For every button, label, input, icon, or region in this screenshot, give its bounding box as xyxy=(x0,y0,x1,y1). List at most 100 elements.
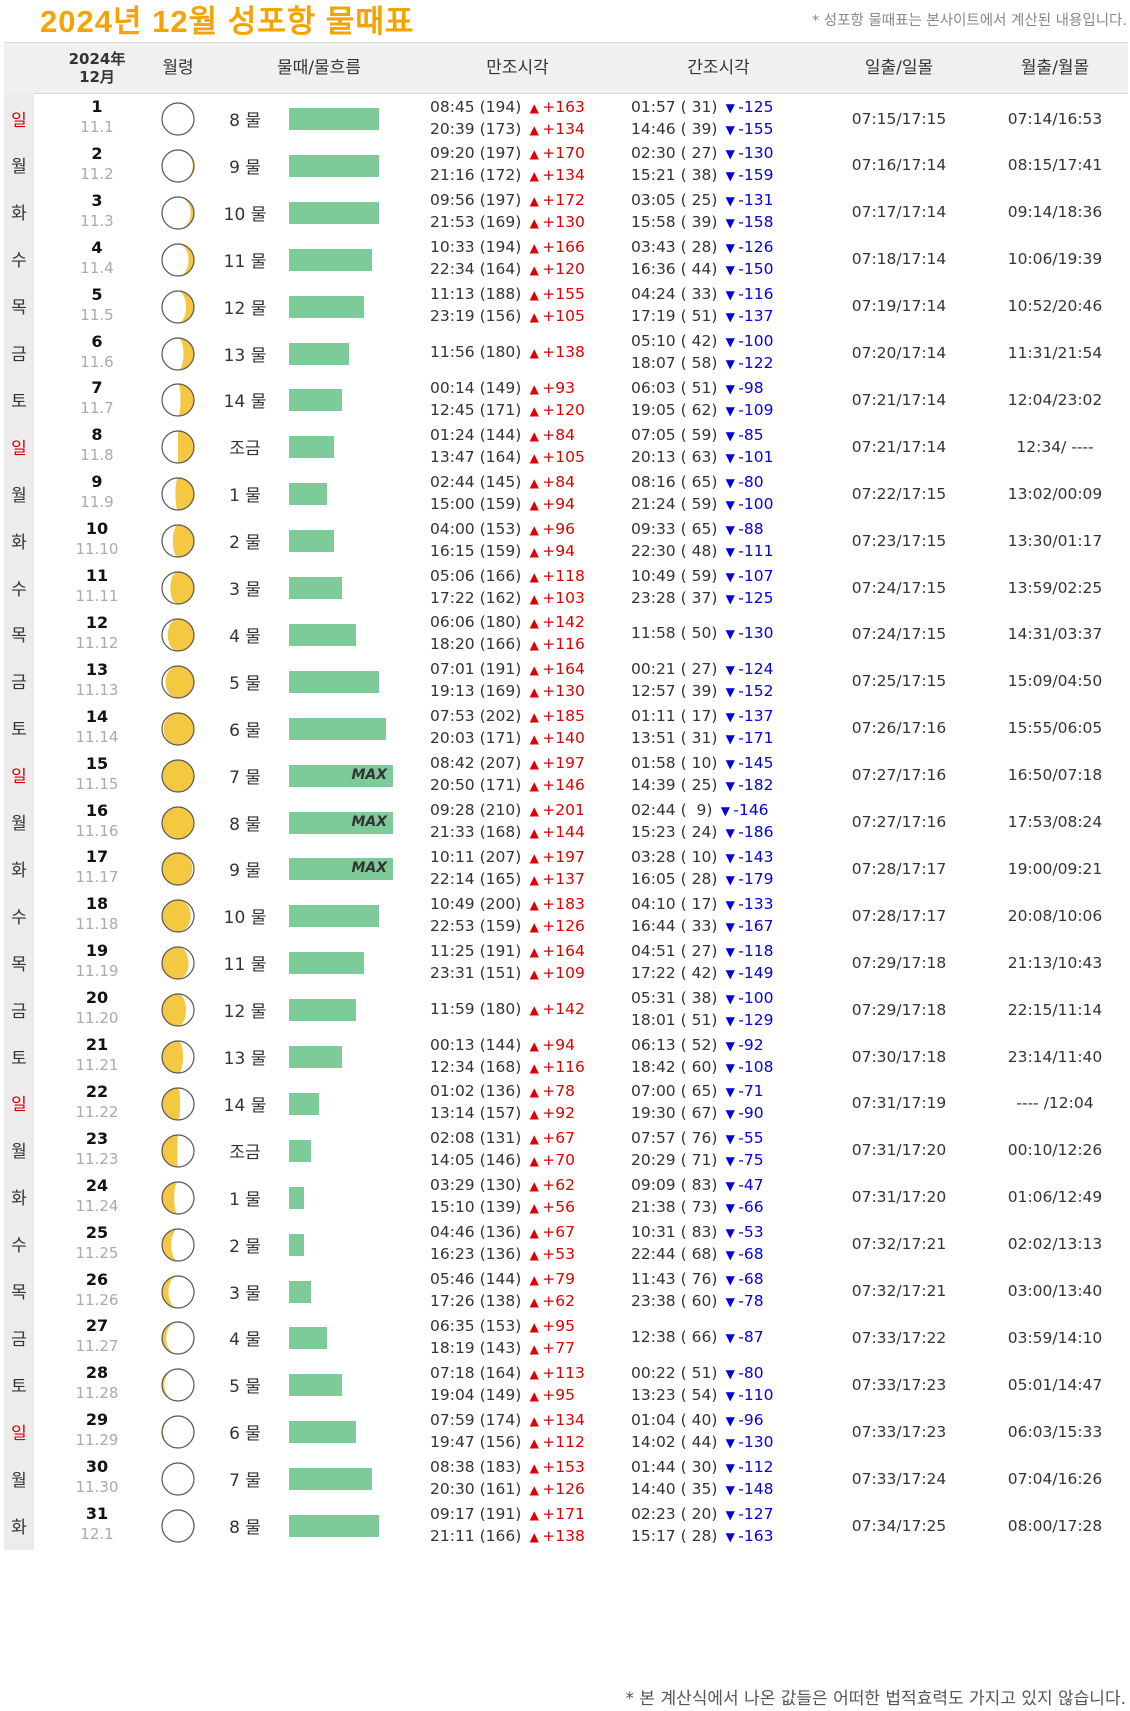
high-tide-entry: 21:16 (172) ▲ +134 xyxy=(430,165,620,187)
fall-triangle-icon: ▼ xyxy=(725,310,735,325)
tide-time: 20:03 xyxy=(430,729,475,748)
tide-name: 6 물 xyxy=(229,720,261,741)
tide-time: 01:11 xyxy=(631,707,676,726)
solar-date: 1 xyxy=(91,97,103,116)
low-tide-entry: 13:51 ( 31) ▼ -171 xyxy=(631,728,821,750)
moonrise-moonset-cell: 22:15/11:14 xyxy=(1007,1000,1103,1019)
tide-level: 153 xyxy=(485,519,516,538)
tide-level: 76 xyxy=(686,1129,712,1148)
moonrise-moonset-cell: 23:14/11:40 xyxy=(1007,1047,1103,1066)
sunrise-sunset-cell: 07:24/17:15 xyxy=(851,625,947,644)
moon-age-cell xyxy=(159,100,197,138)
solar-date: 12 xyxy=(85,612,109,632)
lunar-date: 11.5 xyxy=(80,305,114,324)
table-row: 월 23 11.23 조금 02:08 (131) ▲ +67 14:05 (146) ▲ +… xyxy=(4,1124,1128,1176)
rise-triangle-icon: ▲ xyxy=(529,732,539,747)
tide-level: 40 xyxy=(686,1410,712,1429)
rise-triangle-icon: ▲ xyxy=(529,522,539,537)
tide-level: 139 xyxy=(485,1198,516,1217)
low-tide-entry: 10:49 ( 59) ▼ -107 xyxy=(631,566,821,588)
tide-level: 37 xyxy=(686,588,712,607)
tide-difference: +84 xyxy=(542,425,575,444)
tide-time: 06:13 xyxy=(631,1035,676,1054)
lunar-date: 11.7 xyxy=(80,399,114,418)
high-tide-entry: 20:50 (171) ▲ +146 xyxy=(430,775,620,797)
tide-level: 83 xyxy=(686,1176,712,1195)
high-tide-entry: 20:30 (161) ▲ +126 xyxy=(430,1479,620,1501)
low-tide-cell: 09:09 ( 83) ▼ -47 21:38 ( 73) ▼ -66 xyxy=(631,1172,821,1223)
high-tide-entry: 06:35 (153) ▲ +95 xyxy=(430,1316,620,1338)
tide-time: 04:51 xyxy=(631,941,676,960)
moon-age-cell xyxy=(159,991,197,1029)
rise-triangle-icon: ▲ xyxy=(529,310,539,325)
lunar-date: 11.29 xyxy=(75,1431,119,1450)
tide-time: 03:28 xyxy=(631,847,676,866)
tide-flow-bar: MAX xyxy=(289,858,393,881)
high-tide-cell: 11:25 (191) ▲ +164 23:31 (151) ▲ +109 xyxy=(430,937,620,988)
tide-difference: -100 xyxy=(738,988,774,1007)
moonrise-moonset-cell: 09:14/18:36 xyxy=(1007,203,1103,222)
low-tide-entry: 09:33 ( 65) ▼ -88 xyxy=(631,519,821,541)
tide-time: 09:09 xyxy=(631,1176,676,1195)
high-tide-cell: 01:02 (136) ▲ +78 13:14 (157) ▲ +92 xyxy=(430,1078,620,1129)
tide-level: 156 xyxy=(485,307,516,326)
header-note: * 성포항 물때표는 본사이트에서 계산된 내용입니다. xyxy=(811,13,1127,29)
tide-level: 143 xyxy=(485,1338,516,1357)
solar-date: 3 xyxy=(91,190,103,210)
high-tide-entry: 04:46 (136) ▲ +67 xyxy=(430,1222,620,1244)
weekday-cell: 금 xyxy=(4,1312,34,1364)
low-tide-cell: 01:11 ( 17) ▼ -137 13:51 ( 31) ▼ -171 xyxy=(631,703,821,754)
fall-triangle-icon: ▼ xyxy=(725,147,735,162)
tide-time: 02:23 xyxy=(631,1504,676,1523)
tide-difference: -66 xyxy=(738,1198,764,1217)
tide-flow-bar xyxy=(289,1280,311,1303)
tide-time: 23:38 xyxy=(631,1292,676,1310)
tide-time: 07:57 xyxy=(631,1129,676,1148)
date-cell: 14 11.14 xyxy=(52,707,142,747)
sunrise-sunset-cell: 07:31/17:20 xyxy=(851,1188,947,1207)
fall-triangle-icon: ▼ xyxy=(725,627,735,642)
sunrise-sunset-cell: 07:24/17:15 xyxy=(851,578,947,597)
date-cell: 24 11.24 xyxy=(52,1176,142,1216)
moon-age-cell xyxy=(159,288,197,326)
high-tide-entry: 11:59 (180) ▲ +142 xyxy=(430,999,620,1021)
rise-triangle-icon: ▲ xyxy=(529,1413,539,1428)
low-tide-entry: 23:28 ( 37) ▼ -125 xyxy=(631,588,821,610)
moon-phase-icon xyxy=(161,618,195,652)
high-tide-entry: 19:47 (156) ▲ +112 xyxy=(430,1432,620,1454)
tide-time: 22:53 xyxy=(430,916,475,935)
tide-difference: +155 xyxy=(542,285,585,304)
moon-phase-icon xyxy=(161,196,195,230)
tide-level: 149 xyxy=(485,1385,516,1404)
high-tide-entry: 18:19 (143) ▲ +77 xyxy=(430,1338,620,1360)
tide-difference: -90 xyxy=(738,1104,764,1123)
high-tide-entry: 21:33 (168) ▲ +144 xyxy=(430,822,620,844)
rise-triangle-icon: ▲ xyxy=(529,288,539,303)
tide-level: 188 xyxy=(485,285,516,304)
tide-name: 5 물 xyxy=(229,673,261,694)
weekday-cell: 수 xyxy=(4,890,34,942)
tide-time: 21:38 xyxy=(631,1198,676,1217)
moon-age-cell xyxy=(159,241,197,279)
low-tide-entry: 14:39 ( 25) ▼ -182 xyxy=(631,775,821,797)
tide-level: 38 xyxy=(686,166,712,185)
moon-age-cell xyxy=(159,1413,197,1451)
high-tide-cell: 01:24 (144) ▲ +84 13:47 (164) ▲ +105 xyxy=(430,421,620,472)
column-header-moon-age: 월령 xyxy=(162,57,194,78)
tide-difference: -47 xyxy=(738,1176,764,1195)
rise-triangle-icon: ▲ xyxy=(529,710,539,725)
tide-difference: +142 xyxy=(542,999,585,1018)
tide-time: 05:31 xyxy=(631,988,676,1007)
moon-phase-icon xyxy=(161,665,195,699)
weekday-cell: 화 xyxy=(4,1171,34,1223)
fall-triangle-icon: ▼ xyxy=(725,1201,735,1216)
date-cell: 18 11.18 xyxy=(52,894,142,934)
tide-difference: -137 xyxy=(738,307,774,326)
tide-time: 09:56 xyxy=(430,191,475,210)
tide-time: 21:11 xyxy=(430,1526,475,1545)
fall-triangle-icon: ▼ xyxy=(725,288,735,303)
tide-time: 12:57 xyxy=(631,682,676,701)
tide-time: 06:06 xyxy=(430,613,475,632)
fall-triangle-icon: ▼ xyxy=(725,732,735,747)
tide-time: 04:00 xyxy=(430,519,475,538)
